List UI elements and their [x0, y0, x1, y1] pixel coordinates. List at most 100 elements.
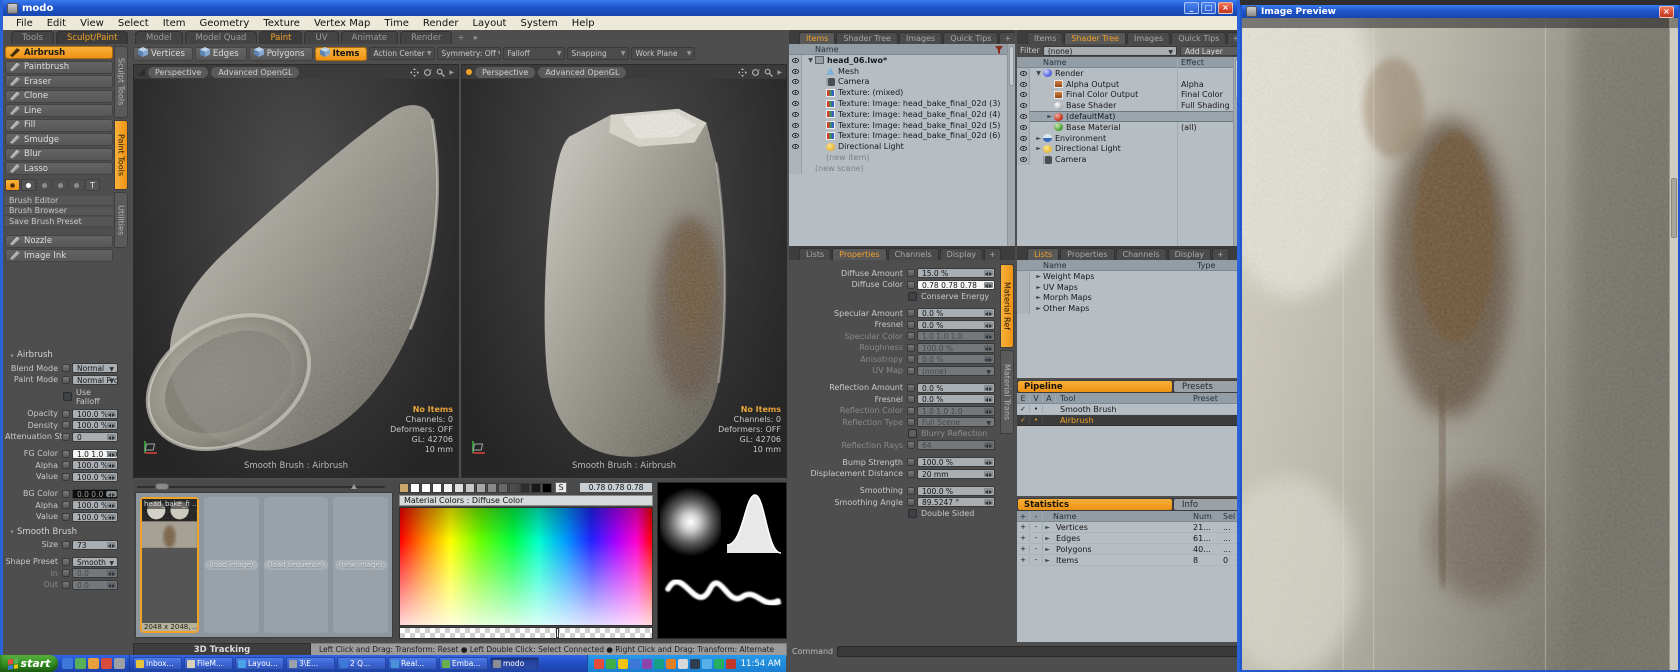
statistics-row-vertices[interactable]: +-►Vertices21...... [1017, 522, 1237, 533]
spinner-arrows-icon[interactable] [107, 434, 116, 440]
lists-row-other-maps[interactable]: ►Other Maps [1017, 303, 1237, 314]
airbrush-channel-toggle[interactable] [62, 433, 70, 441]
select-mode-edges[interactable]: Edges [195, 47, 247, 61]
select-mode-polygons[interactable]: Polygons [249, 47, 313, 61]
load-image-button[interactable]: (load image) [204, 497, 259, 633]
pan-view-icon[interactable] [410, 68, 419, 77]
material-channel-toggle[interactable] [907, 384, 915, 392]
properties-tab-properties[interactable]: Properties [832, 248, 886, 260]
airbrush-channel-toggle[interactable] [62, 461, 70, 469]
lists-row-morph-maps[interactable]: ►Morph Maps [1017, 293, 1237, 304]
spinner-arrows-icon[interactable] [984, 442, 993, 448]
material-channel-toggle[interactable] [907, 281, 915, 289]
material-field-roughness[interactable]: 100.0 % [917, 343, 995, 353]
orbit-view-icon[interactable] [423, 68, 432, 77]
text-tip-button[interactable]: T [85, 179, 100, 191]
zoom-view-icon[interactable] [436, 68, 445, 77]
airbrush-channel-toggle[interactable] [62, 558, 70, 566]
menu-time[interactable]: Time [377, 18, 415, 29]
shader-row-environment[interactable]: ►Environment [1017, 133, 1237, 144]
items-tab-images[interactable]: Images [899, 32, 942, 44]
taskbar-window-emba[interactable]: Emba... [439, 657, 488, 670]
airbrush-channel-toggle[interactable] [62, 581, 70, 589]
material-field-fresnel[interactable]: 0.0 % [917, 320, 995, 330]
material-channel-toggle[interactable] [907, 407, 915, 415]
saturation-button[interactable]: S [555, 482, 567, 493]
spinner-arrows-icon[interactable] [107, 462, 116, 468]
spinner-arrows-icon[interactable] [107, 502, 116, 508]
tray-icon[interactable] [714, 659, 724, 669]
items-tab-items[interactable]: Items [799, 32, 835, 44]
airbrush-field-blend-mode[interactable]: Normal▼ [72, 363, 118, 373]
spinner-arrows-icon[interactable] [107, 474, 116, 480]
visible-dot-icon[interactable]: • [1030, 405, 1043, 413]
enabled-check-icon[interactable]: ✓ [1017, 405, 1030, 413]
airbrush-channel-toggle[interactable] [62, 569, 70, 577]
statistics-tab[interactable]: Statistics [1018, 499, 1172, 510]
menu-geometry[interactable]: Geometry [192, 18, 256, 29]
statistics-row-edges[interactable]: +-►Edges61...... [1017, 533, 1237, 544]
spinner-arrows-icon[interactable] [984, 322, 993, 328]
airbrush-field-density[interactable]: 100.0 % [72, 420, 118, 430]
menu-file[interactable]: File [9, 18, 40, 29]
item-row-camera[interactable]: Camera [789, 77, 1015, 88]
airbrush-field-fg-color[interactable]: 1.0 1.0 1.0 [72, 449, 118, 459]
zoom-view-icon[interactable] [764, 68, 773, 77]
menu-vertex-map[interactable]: Vertex Map [307, 18, 377, 29]
remove-selection-button[interactable]: - [1030, 545, 1043, 553]
lists-tab-channels[interactable]: Channels [1116, 248, 1167, 260]
taskbar-window-layou[interactable]: Layou... [235, 657, 284, 670]
visible-column-header[interactable]: V [1030, 394, 1043, 403]
item-row-texture-image-head-bake-final-02d-6[interactable]: Texture: Image: head_bake_final_02d (6) [789, 131, 1015, 142]
tray-icon[interactable] [630, 659, 640, 669]
save-brush-preset-button[interactable]: Save Brush Preset [5, 217, 113, 227]
workspace-left-tab-sculpt-paint[interactable]: Sculpt/Paint [56, 31, 128, 44]
airbrush-field-attenuation-steps[interactable]: 0 [72, 432, 118, 442]
item-row-head-06-lwo[interactable]: ▼head_06.lwo* [789, 55, 1015, 66]
menu-item[interactable]: Item [156, 18, 193, 29]
material-channel-toggle[interactable] [907, 458, 915, 466]
viewport-more-icon[interactable]: ▶ [449, 69, 454, 76]
color-value-readout[interactable]: 0.78 0.78 0.78 [579, 482, 653, 493]
visibility-eye-icon[interactable] [1020, 82, 1027, 87]
tool-nozzle[interactable]: Nozzle [5, 235, 113, 248]
material-vtab-material-ref[interactable]: Material Ref [1000, 264, 1014, 348]
airbrush-channel-toggle[interactable] [62, 450, 70, 458]
pipeline-row-smooth-brush[interactable]: ✓•Smooth Brush [1017, 404, 1237, 415]
new-image-button[interactable]: (new image) [333, 497, 388, 633]
presets-tab[interactable]: Presets [1174, 381, 1237, 392]
workspace-right-tab-model-quad[interactable]: Model Quad [185, 31, 258, 44]
airbrush-field-alpha[interactable]: 100.0 % [72, 460, 118, 470]
taskbar-window-filem[interactable]: FileM... [184, 657, 233, 670]
airbrush-field-bg-color[interactable]: 0.0 0.0 0.0 [72, 489, 118, 499]
tool-clone[interactable]: Clone [5, 90, 113, 103]
quicklaunch-icon[interactable] [88, 658, 99, 669]
start-button[interactable]: start [0, 655, 58, 672]
material-channel-toggle[interactable] [907, 441, 915, 449]
visible-dot-icon[interactable]: • [1030, 416, 1043, 424]
preview-close-button[interactable]: × [1659, 6, 1674, 18]
airbrush-channel-toggle[interactable] [62, 501, 70, 509]
grey-swatch[interactable] [432, 483, 442, 493]
quicklaunch-icon[interactable] [75, 658, 86, 669]
shader-tab-shader-tree[interactable]: Shader Tree [1064, 32, 1126, 44]
spinner-arrows-icon[interactable] [984, 499, 993, 505]
material-field-uv-map[interactable]: (none)▼ [917, 366, 995, 376]
airbrush-field-value[interactable]: 100.0 % [72, 472, 118, 482]
pattern-tip-button[interactable] [69, 179, 84, 191]
material-channel-toggle[interactable] [907, 418, 915, 426]
grey-swatch[interactable] [498, 483, 508, 493]
image-thumbnail-selected[interactable]: head_bake_fi ... 2048 x 2048, ... [140, 497, 199, 633]
item-row-texture-image-head-bake-final-02d-4[interactable]: Texture: Image: head_bake_final_02d (4) [789, 109, 1015, 120]
shader-row-defaultmat[interactable]: ►(defaultMat) [1017, 111, 1237, 122]
viewport-right[interactable]: Perspective Advanced OpenGL ▶ [461, 64, 787, 478]
shader-scrollbar[interactable] [1233, 57, 1237, 246]
workspace-right-tab-paint[interactable]: Paint [259, 31, 302, 44]
airbrush-field-opacity[interactable]: 100.0 % [72, 409, 118, 419]
tray-icon[interactable] [666, 659, 676, 669]
expander-right-icon[interactable]: ► [1043, 557, 1052, 564]
expander-right-icon[interactable]: ► [1034, 273, 1043, 280]
spinner-arrows-icon[interactable] [984, 459, 993, 465]
material-field-fresnel[interactable]: 0.0 % [917, 394, 995, 404]
properties-tab-channels[interactable]: Channels [888, 248, 939, 260]
